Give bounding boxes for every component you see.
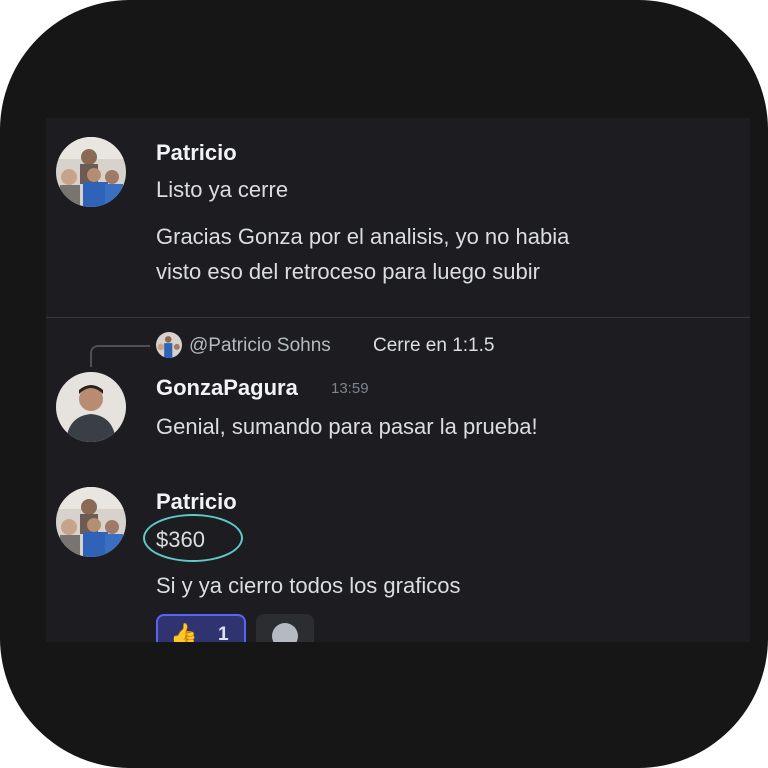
- message-text: Listo ya cerre: [156, 177, 289, 202]
- family-photo-avatar: [56, 137, 126, 207]
- author-name[interactable]: Patricio: [156, 489, 237, 515]
- author-name[interactable]: Patricio: [156, 140, 237, 166]
- family-photo-avatar: [156, 332, 182, 358]
- message-text: Si y ya cierro todos los graficos: [156, 573, 461, 598]
- reaction-thumbs-up[interactable]: 👍 1: [156, 614, 246, 642]
- message-divider: [46, 317, 750, 318]
- add-reaction-button[interactable]: [256, 614, 314, 642]
- reply-avatar[interactable]: [156, 332, 182, 358]
- message-text: $360: [156, 527, 205, 552]
- message-timestamp: 13:59: [331, 380, 369, 397]
- rounded-frame: Patricio Listo ya cerre Gracias Gonza po…: [0, 0, 768, 768]
- message-text: Gracias Gonza por el analisis, yo no hab…: [156, 224, 570, 249]
- message-text: visto eso del retroceso para luego subir: [156, 259, 540, 284]
- reaction-count: 1: [218, 624, 229, 642]
- emoji-icon: [272, 623, 298, 642]
- author-name[interactable]: GonzaPagura: [156, 375, 298, 401]
- reply-preview-text[interactable]: Cerre en 1:1.5: [373, 335, 494, 357]
- message-text: Genial, sumando para pasar la prueba!: [156, 414, 538, 439]
- avatar[interactable]: [56, 137, 126, 207]
- man-portrait-avatar: [56, 372, 126, 442]
- family-photo-avatar: [56, 487, 126, 557]
- reply-mention[interactable]: @Patricio Sohns: [189, 335, 331, 357]
- avatar[interactable]: [56, 372, 126, 442]
- reply-connector: [90, 345, 150, 367]
- thumbs-up-icon: 👍: [170, 622, 198, 642]
- avatar[interactable]: [56, 487, 126, 557]
- chat-panel: Patricio Listo ya cerre Gracias Gonza po…: [46, 118, 750, 642]
